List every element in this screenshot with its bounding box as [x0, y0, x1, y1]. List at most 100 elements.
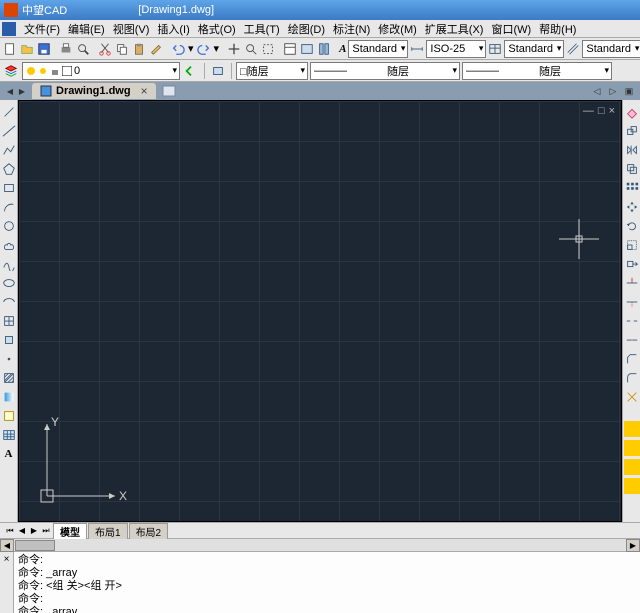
print-icon[interactable]	[58, 40, 74, 58]
vp-min-icon[interactable]: —	[583, 105, 594, 117]
tab-scroll-left[interactable]: ◁	[590, 84, 604, 98]
palette4-icon[interactable]	[624, 478, 640, 494]
menu-view[interactable]: 视图(V)	[109, 21, 154, 37]
menu-dim[interactable]: 标注(N)	[329, 21, 374, 37]
cut-icon[interactable]	[97, 40, 113, 58]
menu-edit[interactable]: 编辑(E)	[64, 21, 109, 37]
extend-icon[interactable]	[624, 294, 640, 310]
rotate-icon[interactable]	[624, 218, 640, 234]
zoom-win-icon[interactable]	[260, 40, 276, 58]
menu-draw[interactable]: 绘图(D)	[284, 21, 329, 37]
erase-icon[interactable]	[624, 104, 640, 120]
menu-format[interactable]: 格式(O)	[194, 21, 240, 37]
tab-next-icon[interactable]: ▶	[16, 84, 28, 98]
props-icon[interactable]	[282, 40, 298, 58]
ltab-prev-icon[interactable]: ◀	[16, 526, 28, 535]
region-icon[interactable]	[1, 408, 17, 424]
zoom-rt-icon[interactable]	[243, 40, 259, 58]
menu-modify[interactable]: 修改(M)	[374, 21, 421, 37]
tablestyle-dropdown[interactable]: Standard	[504, 40, 564, 58]
redo-icon[interactable]	[196, 40, 212, 58]
tab-list-icon[interactable]: ▣	[622, 84, 636, 98]
circle-icon[interactable]	[1, 218, 17, 234]
explode-icon[interactable]	[624, 389, 640, 405]
point-icon[interactable]	[1, 351, 17, 367]
matchprop-icon[interactable]	[148, 40, 164, 58]
command-window[interactable]: 命令: 命令: _array 命令: <组 关><组 开> 命令: 命令: _a…	[14, 552, 640, 613]
tab-close-icon[interactable]: ×	[141, 84, 148, 98]
gradient-icon[interactable]	[1, 389, 17, 405]
menu-window[interactable]: 窗口(W)	[487, 21, 535, 37]
palette1-icon[interactable]	[624, 421, 640, 437]
menu-insert[interactable]: 插入(I)	[153, 21, 193, 37]
layer-dropdown[interactable]: 0	[22, 62, 180, 80]
copy-icon[interactable]	[114, 40, 130, 58]
mlstyle-icon[interactable]	[565, 40, 581, 58]
ellipsearc-icon[interactable]	[1, 294, 17, 310]
tab-prev-icon[interactable]: ◀	[4, 84, 16, 98]
fillet-icon[interactable]	[624, 370, 640, 386]
rectangle-icon[interactable]	[1, 180, 17, 196]
dimstyle-icon[interactable]	[409, 40, 425, 58]
scroll-right-icon[interactable]: ▶	[626, 539, 640, 552]
new-tab-icon[interactable]	[162, 84, 178, 98]
lineweight-dropdown[interactable]: ———随层	[462, 62, 612, 80]
hatch-icon[interactable]	[1, 370, 17, 386]
scroll-track[interactable]	[14, 539, 626, 551]
vp-close-icon[interactable]: ×	[609, 105, 615, 117]
pan-icon[interactable]	[226, 40, 242, 58]
save-icon[interactable]	[36, 40, 52, 58]
spline-icon[interactable]	[1, 256, 17, 272]
dc-icon[interactable]	[299, 40, 315, 58]
insert-icon[interactable]	[1, 313, 17, 329]
polygon-icon[interactable]	[1, 161, 17, 177]
ltab-last-icon[interactable]: ⏭	[40, 526, 52, 536]
app-menu-icon[interactable]	[2, 22, 16, 36]
ellipse-icon[interactable]	[1, 275, 17, 291]
mirror-icon[interactable]	[624, 142, 640, 158]
scroll-thumb[interactable]	[15, 540, 55, 551]
block-icon[interactable]	[1, 332, 17, 348]
menu-tools[interactable]: 工具(T)	[240, 21, 284, 37]
menu-ext[interactable]: 扩展工具(X)	[421, 21, 488, 37]
textstyle-dropdown[interactable]: Standard	[348, 40, 408, 58]
model-tab[interactable]: 模型	[53, 523, 87, 539]
doc-tab[interactable]: Drawing1.dwg ×	[32, 83, 156, 99]
layer-states-icon[interactable]	[209, 62, 227, 80]
pline-icon[interactable]	[1, 142, 17, 158]
layer-prev-icon[interactable]	[182, 62, 200, 80]
scale-icon[interactable]	[624, 237, 640, 253]
palette3-icon[interactable]	[624, 459, 640, 475]
tablestyle-icon[interactable]	[487, 40, 503, 58]
chamfer-icon[interactable]	[624, 351, 640, 367]
scroll-left-icon[interactable]: ◀	[0, 539, 14, 552]
layer-mgr-icon[interactable]	[2, 62, 20, 80]
offset-icon[interactable]	[624, 161, 640, 177]
array-icon[interactable]	[624, 180, 640, 196]
preview-icon[interactable]	[75, 40, 91, 58]
model-canvas[interactable]: — □ × Y X	[18, 100, 622, 522]
copy2-icon[interactable]	[624, 123, 640, 139]
table-icon[interactable]	[1, 427, 17, 443]
line-icon[interactable]	[1, 104, 17, 120]
dimstyle-dropdown[interactable]: ISO-25	[426, 40, 486, 58]
vp-max-icon[interactable]: □	[598, 105, 605, 117]
stretch-icon[interactable]	[624, 256, 640, 272]
mlstyle-dropdown[interactable]: Standard	[582, 40, 640, 58]
palette2-icon[interactable]	[624, 440, 640, 456]
color-dropdown[interactable]: □随层	[236, 62, 308, 80]
mtext-icon[interactable]: A	[1, 446, 17, 462]
break-icon[interactable]	[624, 313, 640, 329]
layout1-tab[interactable]: 布局1	[88, 523, 128, 539]
xline-icon[interactable]	[1, 123, 17, 139]
trim-icon[interactable]	[624, 275, 640, 291]
ltab-first-icon[interactable]: ⏮	[4, 526, 16, 536]
cmd-close-icon[interactable]: ×	[0, 552, 14, 613]
h-scrollbar[interactable]: ◀ ▶	[0, 539, 640, 552]
open-icon[interactable]	[19, 40, 35, 58]
redo-dd-icon[interactable]: ▾	[213, 40, 221, 58]
undo-icon[interactable]	[170, 40, 186, 58]
move-icon[interactable]	[624, 199, 640, 215]
arc-icon[interactable]	[1, 199, 17, 215]
paste-icon[interactable]	[131, 40, 147, 58]
